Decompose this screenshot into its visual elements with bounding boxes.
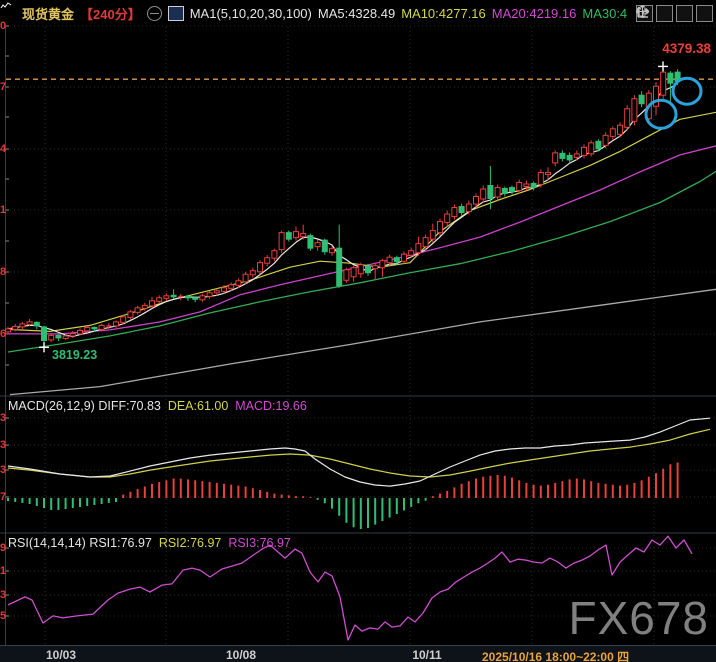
shift-right-icon[interactable] [696, 5, 713, 22]
rsi2-value: RSI2:76.97 [159, 536, 222, 550]
axis-digit: 3 [0, 465, 8, 476]
axis-digit: 9 [0, 543, 8, 554]
rsi3-value: RSI3:76.97 [228, 536, 291, 550]
chart-window: 现货黄金 【240分】 MA1(5,10,20,30,100) MA5:4328… [0, 0, 716, 662]
symbol-name: 现货黄金 [22, 4, 74, 23]
time-axis-label: 10/11 [412, 648, 441, 662]
axis-digit: 7 [0, 492, 8, 503]
axis-digit: 4 [0, 144, 8, 155]
timeframe-label[interactable]: 【240分】 [80, 4, 141, 23]
axis-digit: 3 [0, 590, 8, 601]
time-axis-label: 10/08 [226, 648, 256, 662]
zoom-horizontal-icon[interactable] [676, 5, 693, 22]
mini-candlestick-icon[interactable] [168, 6, 184, 21]
axis-digit: 1 [0, 205, 8, 216]
axis-digit: 3 [0, 440, 8, 451]
axis-digit: 7 [0, 82, 8, 93]
ma30-value: MA30:4 [582, 6, 627, 21]
zoom-vertical-icon[interactable] [656, 5, 673, 22]
axis-digit: 5 [0, 611, 8, 622]
chart-canvas[interactable] [0, 0, 716, 662]
high-price-label: 4379.38 [662, 41, 711, 56]
ma10-value: MA10:4277.16 [401, 6, 486, 21]
ma20-value: MA20:4219.16 [492, 6, 577, 21]
axis-digit: 1 [0, 566, 8, 577]
macd-dea-value: DEA:61.00 [168, 399, 228, 413]
time-axis[interactable]: 10/03 10/08 10/11 2025/10/16 18:00~22:00 四 [0, 645, 716, 662]
rsi-header: RSI(14,14,14) RSI1:76.97 RSI2:76.97 RSI3… [8, 536, 291, 550]
expand-circle-icon[interactable] [147, 6, 162, 21]
header-bar: 现货黄金 【240分】 MA1(5,10,20,30,100) MA5:4328… [0, 0, 716, 26]
chart-toolbar [636, 5, 713, 22]
current-period-label: 2025/10/16 18:00~22:00 四 [482, 648, 629, 662]
time-axis-label: 10/03 [46, 648, 76, 662]
ma5-value: MA5:4328.49 [318, 6, 395, 21]
ma-settings-label: MA1(5,10,20,30,100) [190, 6, 312, 21]
axis-digit: 6 [0, 329, 8, 340]
axis-digit: 3 [0, 413, 8, 424]
watermark: FX678 [568, 591, 709, 645]
rsi-title: RSI(14,14,14) [8, 536, 86, 550]
low-price-label: 3819.23 [52, 348, 97, 362]
macd-diff-value: DIFF:70.83 [98, 399, 161, 413]
macd-header: MACD(26,12,9) DIFF:70.83 DEA:61.00 MACD:… [8, 399, 307, 413]
rsi1-value: RSI1:76.97 [89, 536, 152, 550]
macd-title: MACD(26,12,9) [8, 399, 95, 413]
macd-macd-value: MACD:19.66 [235, 399, 307, 413]
axis-digit: 8 [0, 267, 8, 278]
